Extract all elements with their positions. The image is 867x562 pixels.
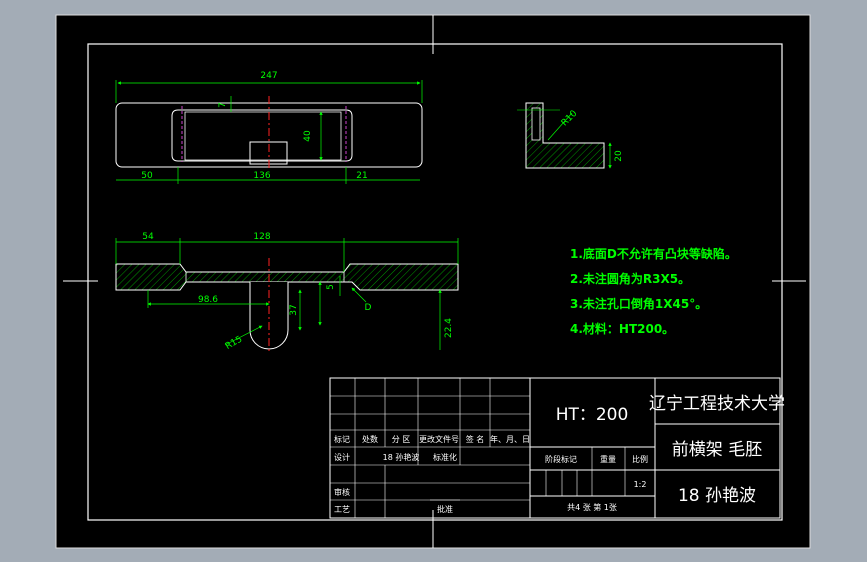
note-4: 4.材料：HT200。: [570, 321, 674, 336]
dim-sec-224: 22.4: [444, 318, 454, 338]
dim-sec-d: D: [365, 303, 372, 313]
note-1: 1.底面D不允许有凸块等缺陷。: [570, 246, 737, 261]
tb-review: 审核: [334, 487, 350, 497]
tb-scale: 比例: [632, 454, 648, 464]
dim-top-height: 40: [303, 130, 313, 142]
tb-student: 18 孙艳波: [678, 486, 756, 506]
tb-design-label: 设计: [334, 452, 350, 462]
tb-design-name: 18 孙艳波: [383, 452, 420, 462]
dim-top-right: 21: [356, 171, 367, 181]
dim-sec-offset: 98.6: [198, 295, 218, 305]
tb-rev-3: 更改文件号: [419, 434, 459, 444]
tb-rev-2: 分 区: [392, 435, 411, 444]
dim-top-left: 50: [141, 171, 153, 181]
tb-rev-5: 年、月、日: [490, 434, 530, 444]
dim-sec-mid: 128: [253, 232, 270, 242]
tb-process: 工艺: [334, 505, 350, 514]
tb-school: 辽宁工程技术大学: [649, 394, 785, 414]
dim-sec-37: 37: [289, 304, 299, 315]
note-2: 2.未注圆角为R3X5。: [570, 271, 690, 286]
dim-sec-5: 5: [326, 284, 336, 290]
dim-sec-left: 54: [142, 232, 154, 242]
tb-rev-4: 签 名: [466, 434, 485, 444]
dim-top-small: 7: [218, 102, 228, 108]
tb-approve: 批准: [437, 504, 453, 514]
cad-drawing: 247 50 136 21 40 7 R10 20 54 128 98.6 37…: [55, 14, 811, 549]
tb-rev-1: 处数: [362, 434, 378, 444]
tb-part-name: 前横架 毛胚: [672, 440, 762, 460]
tb-stage: 阶段标记: [545, 454, 577, 464]
tb-sheets: 共4 张 第 1张: [567, 502, 617, 512]
tb-scale-value: 1:2: [634, 480, 647, 489]
tb-weight: 重量: [600, 454, 616, 464]
dim-top-length: 247: [260, 71, 277, 81]
note-3: 3.未注孔口倒角1X45°。: [570, 296, 707, 311]
tb-material: HT：200: [556, 405, 629, 425]
tb-standardize: 标准化: [433, 452, 457, 462]
dim-side-height: 20: [614, 150, 624, 162]
tb-rev-0: 标记: [334, 434, 350, 444]
dim-top-mid: 136: [253, 171, 270, 181]
